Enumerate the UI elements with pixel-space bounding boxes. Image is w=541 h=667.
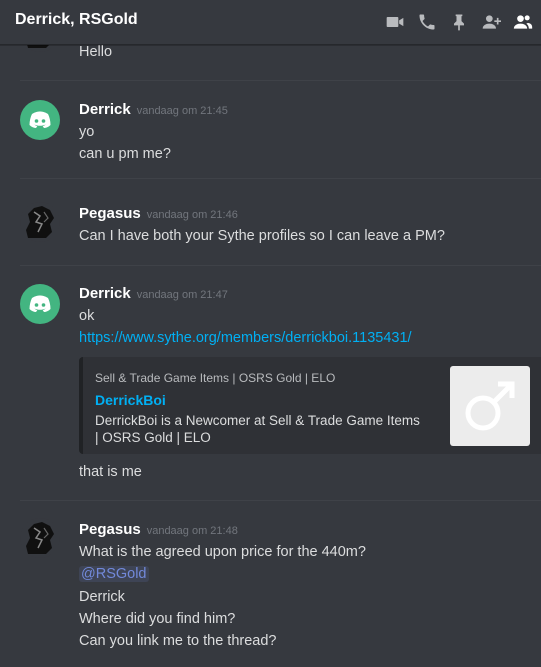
- video-call-icon[interactable]: [383, 10, 407, 34]
- message-text: that is me: [79, 464, 142, 480]
- message-text: Derrick: [79, 589, 125, 605]
- link-embed: Sell & Trade Game Items | OSRS Gold | EL…: [79, 357, 541, 454]
- avatar[interactable]: [20, 202, 60, 242]
- embed-provider: Sell & Trade Game Items | OSRS Gold | EL…: [95, 371, 336, 385]
- voice-call-icon[interactable]: [415, 10, 439, 34]
- user-mention[interactable]: @RSGold: [79, 566, 149, 582]
- message-author[interactable]: Derrick vandaag om 21:45: [79, 101, 228, 118]
- message-divider: [20, 80, 541, 81]
- message-link[interactable]: https://www.sythe.org/members/derrickboi…: [79, 330, 412, 346]
- message-divider: [20, 265, 541, 266]
- add-friend-icon[interactable]: [479, 10, 503, 34]
- message-timestamp: vandaag om 21:47: [136, 289, 228, 301]
- message-text: What is the agreed upon price for the 44…: [79, 544, 366, 560]
- embed-title[interactable]: DerrickBoi: [95, 392, 166, 408]
- message-text: can u pm me?: [79, 146, 171, 162]
- message-timestamp: vandaag om 21:48: [146, 525, 238, 537]
- male-symbol-icon: [465, 381, 515, 431]
- message-divider: [20, 178, 541, 179]
- embed-thumbnail[interactable]: [450, 366, 530, 446]
- message-timestamp: vandaag om 21:45: [136, 105, 228, 117]
- channel-header: Derrick, RSGold: [0, 0, 541, 45]
- message-divider: [20, 500, 541, 501]
- message-timestamp: vandaag om 21:46: [146, 209, 238, 221]
- avatar[interactable]: [20, 518, 60, 558]
- message-link-line: https://www.sythe.org/members/derrickboi…: [79, 330, 412, 346]
- message-author[interactable]: Pegasus vandaag om 21:48: [79, 521, 238, 538]
- pin-icon[interactable]: [447, 10, 471, 34]
- message-text: yo: [79, 124, 95, 140]
- embed-description: DerrickBoi is a Newcomer at Sell & Trade…: [95, 413, 420, 445]
- channel-title: Derrick, RSGold: [15, 11, 138, 28]
- message-text: Hello: [79, 44, 113, 60]
- message-text: ok: [79, 308, 95, 324]
- message-text: Can you link me to the thread?: [79, 633, 277, 649]
- message-text: Can I have both your Sythe profiles so I…: [79, 228, 445, 244]
- message-author[interactable]: Pegasus vandaag om 21:46: [79, 205, 238, 222]
- header-toolbar: [375, 10, 535, 34]
- avatar[interactable]: [20, 284, 60, 324]
- members-icon[interactable]: [511, 10, 535, 34]
- message-author[interactable]: Derrick vandaag om 21:47: [79, 285, 228, 302]
- message-text: Where did you find him?: [79, 611, 236, 627]
- message-text: @RSGold: [79, 566, 149, 582]
- avatar[interactable]: [20, 100, 60, 140]
